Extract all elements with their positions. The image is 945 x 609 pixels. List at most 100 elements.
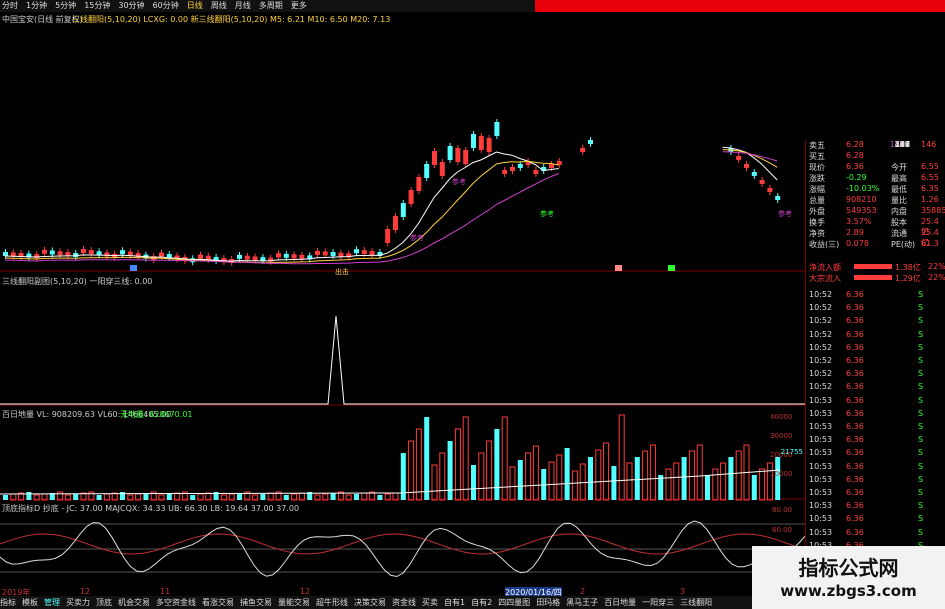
quote-key: 最高 bbox=[891, 174, 907, 183]
candle bbox=[42, 249, 47, 254]
indicator-tab[interactable]: 买卖力 bbox=[66, 598, 90, 607]
indicator-tab[interactable]: 模板 bbox=[22, 598, 38, 607]
indicator-tab[interactable]: 自有2 bbox=[471, 598, 492, 607]
candle bbox=[767, 188, 773, 192]
indicator-tab[interactable]: 一阳穿三 bbox=[642, 598, 674, 607]
indicator-tab[interactable]: 机会交易 bbox=[118, 598, 150, 607]
volume-bar bbox=[354, 494, 359, 500]
candle bbox=[510, 167, 515, 171]
period-tab[interactable]: 多周期 bbox=[257, 1, 283, 10]
period-tab[interactable]: 月线 bbox=[233, 1, 251, 10]
candle bbox=[400, 203, 406, 217]
signal-label: 参考 bbox=[540, 209, 554, 218]
indicator-tab[interactable]: 顶底 bbox=[96, 598, 112, 607]
signal-label: 参考 bbox=[410, 233, 424, 242]
period-tab[interactable]: 15分钟 bbox=[82, 1, 110, 10]
candle bbox=[237, 254, 242, 259]
volume-bar bbox=[431, 464, 438, 501]
indicator-tab[interactable]: 资金线 bbox=[392, 598, 416, 607]
volume-bar bbox=[626, 462, 633, 501]
tick-time: 10:52 bbox=[809, 316, 833, 326]
tick-price: 6.36 bbox=[846, 501, 864, 511]
volume-bar bbox=[73, 494, 79, 500]
candle bbox=[447, 146, 453, 160]
date-label: 3 bbox=[680, 587, 686, 596]
indicator-tab[interactable]: 百日地量 bbox=[604, 598, 636, 607]
candle bbox=[744, 164, 749, 168]
flow-pct: 22% bbox=[928, 273, 945, 282]
indicator-tab[interactable]: 管理 bbox=[44, 598, 60, 607]
volume-bar bbox=[3, 495, 8, 500]
period-tab[interactable]: 周线 bbox=[209, 1, 227, 10]
candle bbox=[299, 254, 305, 259]
indicator-tab[interactable]: 田玛格 bbox=[536, 598, 560, 607]
quote-key: 最低 bbox=[891, 185, 907, 194]
quote-label: 卖五 bbox=[809, 141, 825, 150]
tick-price: 6.36 bbox=[846, 342, 864, 352]
volume-bar bbox=[424, 417, 430, 500]
ma10-line bbox=[4, 149, 778, 264]
indicator-tab[interactable]: 黑马王子 bbox=[566, 598, 598, 607]
period-tab[interactable]: 60分钟 bbox=[151, 1, 179, 10]
candle bbox=[486, 138, 492, 152]
tick-price: 6.36 bbox=[846, 356, 864, 365]
quote-value: 0.078 bbox=[846, 239, 869, 248]
volume-bar bbox=[775, 457, 781, 500]
quote-label: 买五 bbox=[809, 152, 825, 161]
volume-bar bbox=[408, 440, 415, 501]
candle bbox=[322, 251, 328, 256]
volume-bar bbox=[705, 475, 710, 500]
quote-label: 收益(三) bbox=[809, 240, 840, 249]
volume-bar bbox=[634, 457, 640, 500]
tick-side: S bbox=[918, 290, 924, 299]
tick-price: 6.36 bbox=[846, 474, 864, 484]
candle bbox=[759, 180, 765, 184]
period-tab[interactable]: 1分钟 bbox=[24, 1, 47, 10]
period-tab[interactable]: 分时 bbox=[0, 1, 18, 10]
tick-time: 10:53 bbox=[809, 514, 833, 524]
quote-value: 6.28 bbox=[846, 140, 864, 149]
panel4-title: 顶底指标D 抄底 - JC: 37.00 MAJCQX: 34.33 UB: 6… bbox=[2, 504, 300, 513]
candle bbox=[291, 254, 297, 259]
period-tab[interactable]: 更多 bbox=[289, 1, 307, 10]
indicator-tab[interactable]: 超牛形线 bbox=[316, 598, 348, 607]
quote-value: -10.03% bbox=[846, 184, 880, 193]
candle bbox=[424, 164, 430, 178]
indicator-tab[interactable]: 量能交易 bbox=[278, 598, 310, 607]
tick-time: 10:53 bbox=[809, 408, 833, 418]
volume-bar bbox=[579, 463, 586, 501]
indicator-tab[interactable]: 看涨交易 bbox=[202, 598, 234, 607]
tick-side: S bbox=[918, 329, 924, 339]
indicator-tab[interactable]: 自有1 bbox=[444, 598, 465, 607]
period-tab[interactable]: 30分钟 bbox=[116, 1, 144, 10]
volume-bar bbox=[283, 495, 289, 500]
date-label: 12 bbox=[80, 587, 91, 596]
indicator-tab[interactable]: 多空资金线 bbox=[156, 598, 196, 607]
volume-bar bbox=[415, 428, 422, 501]
candle bbox=[393, 216, 398, 230]
signal-label: 参考 bbox=[452, 177, 466, 186]
tick-time: 10:53 bbox=[809, 501, 833, 511]
quote-key-value: 6.55 bbox=[921, 162, 939, 171]
period-toolbar: 分时 1分钟 5分钟 15分钟 30分钟 60分钟 日线 周线 月线 多周期 更多 bbox=[0, 0, 535, 12]
tick-time: 10:53 bbox=[809, 395, 833, 405]
period-tab[interactable]: 5分钟 bbox=[53, 1, 76, 10]
indicator-tab[interactable]: 捕鱼交易 bbox=[240, 598, 272, 607]
volume-bar bbox=[237, 493, 242, 500]
candle bbox=[120, 250, 125, 255]
tick-side: S bbox=[918, 382, 924, 392]
date-axis: 2019年 12 11 12 2020/01/16/四 2 3 bbox=[0, 587, 800, 598]
indicator-tab[interactable]: 指标 bbox=[0, 598, 16, 607]
indicator-tab[interactable]: 买卖 bbox=[422, 598, 438, 607]
tick-time: 10:53 bbox=[809, 527, 833, 537]
tick-side: S bbox=[918, 435, 924, 445]
volume-bar bbox=[603, 442, 610, 501]
volume-bar bbox=[447, 441, 453, 500]
volume-bar bbox=[696, 444, 703, 501]
indicator-tab[interactable]: 三线翻阳 bbox=[680, 598, 712, 607]
candle bbox=[775, 196, 781, 200]
period-tab[interactable]: 日线 bbox=[185, 1, 203, 10]
indicator-tab[interactable]: 四四量图 bbox=[498, 598, 530, 607]
volume-bar bbox=[26, 492, 32, 500]
indicator-tab[interactable]: 决策交易 bbox=[354, 598, 386, 607]
